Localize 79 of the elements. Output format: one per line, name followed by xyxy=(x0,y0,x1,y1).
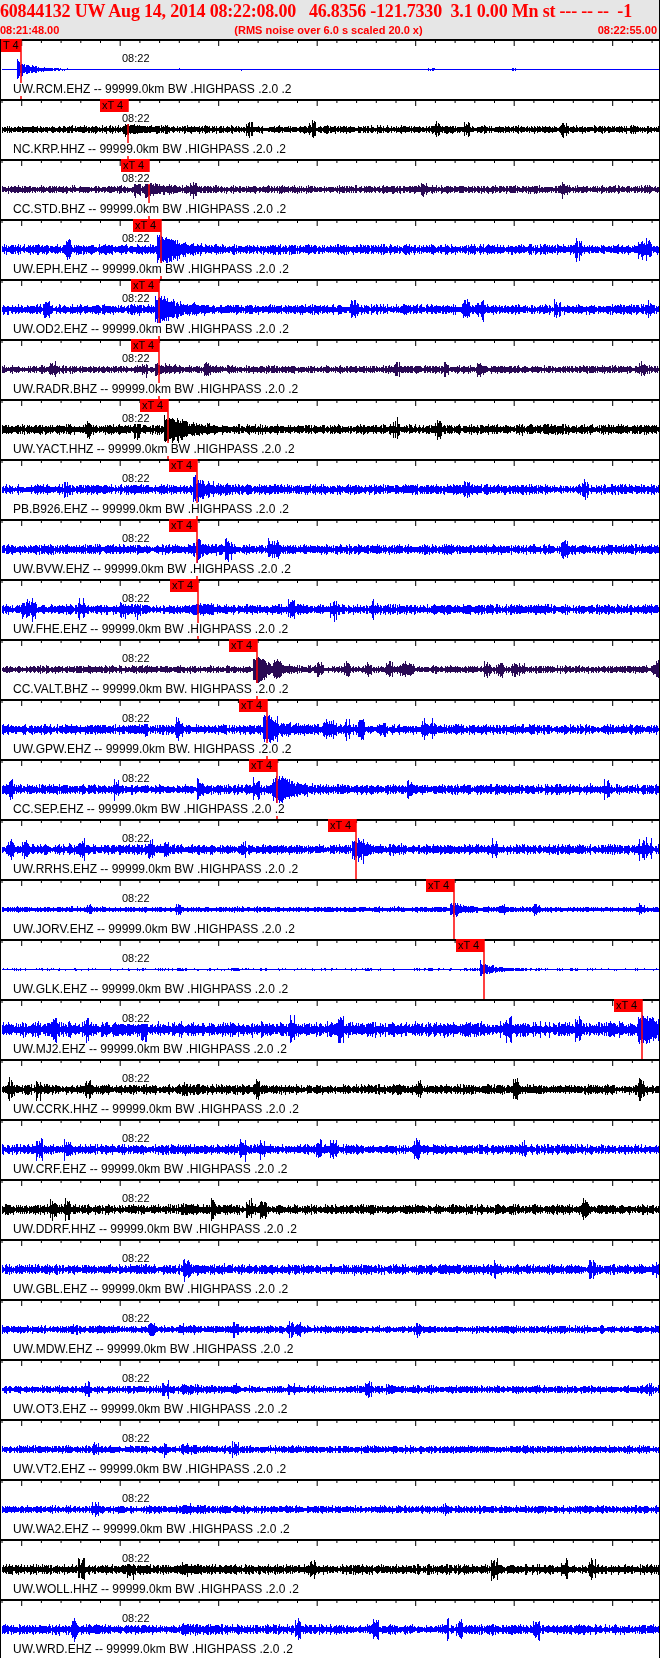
time-label: 08:22 xyxy=(122,772,150,784)
pick-marker: xT 4 xyxy=(140,399,168,412)
station-label: UW.WOLL.HHZ -- 99999.0km BW .HIGHPASS .2.0 .2 xyxy=(13,1583,299,1596)
time-label: 08:22 xyxy=(122,652,150,664)
time-label: 08:22 xyxy=(122,1552,150,1564)
station-label: UW.JORV.EHZ -- 99999.0km BW .HIGHPASS .2.0 .2 xyxy=(13,923,295,936)
station-label: UW.MJ2.EHZ -- 99999.0km BW .HIGHPASS .2.0 .2 xyxy=(13,1043,287,1056)
time-label: 08:22 xyxy=(122,472,150,484)
station-label: CC.SEP.EHZ -- 99999.0km BW .HIGHPASS .2.0 .2 xyxy=(13,803,285,816)
pick-marker: xT 4 xyxy=(121,159,149,172)
time-label: 08:22 xyxy=(122,1012,150,1024)
time-label: 08:22 xyxy=(122,52,150,64)
time-label: 08:22 xyxy=(122,292,150,304)
time-label: 08:22 xyxy=(122,952,150,964)
station-label: UW.YACT.HHZ -- 99999.0km BW .HIGHPASS .2.0 .2 xyxy=(13,443,295,456)
time-label: 08:22 xyxy=(122,592,150,604)
pick-marker: xT 4 xyxy=(456,939,484,952)
time-label: 08:22 xyxy=(122,1372,150,1384)
pick-marker: T 4 xyxy=(1,39,21,52)
station-label: UW.WA2.EHZ -- 99999.0km BW .HIGHPASS .2.0 .2 xyxy=(13,1523,290,1536)
time-label: 08:22 xyxy=(122,712,150,724)
station-label: UW.GPW.EHZ -- 99999.0km BW. HIGHPASS .2.0 .2 xyxy=(13,743,292,756)
station-label: UW.OD2.EHZ -- 99999.0km BW .HIGHPASS .2.0 .2 xyxy=(13,323,289,336)
station-label: UW.OT3.EHZ -- 99999.0km BW .HIGHPASS .2.0 .2 xyxy=(13,1403,288,1416)
station-label: UW.GBL.EHZ -- 99999.0km BW .HIGHPASS .2.0 .2 xyxy=(13,1283,289,1296)
station-label: UW.VT2.EHZ -- 99999.0km BW .HIGHPASS .2.0 .2 xyxy=(13,1463,287,1476)
station-label: NC.KRP.HHZ -- 99999.0km BW .HIGHPASS .2.0 .2 xyxy=(13,143,286,156)
pick-marker: xT 4 xyxy=(249,759,277,772)
time-label: 08:22 xyxy=(122,1492,150,1504)
station-label: CC.STD.BHZ -- 99999.0km BW .HIGHPASS .2.0 .2 xyxy=(13,203,287,216)
pick-marker: xT 4 xyxy=(614,999,642,1012)
pick-line xyxy=(641,999,643,1059)
pick-marker: xT 4 xyxy=(131,339,159,352)
time-label: 08:22 xyxy=(122,412,150,424)
pick-marker: xT 4 xyxy=(239,699,267,712)
time-label: 08:22 xyxy=(122,892,150,904)
event-title: 60844132 UW Aug 14, 2014 08:22:08.00 46.8356 -121.7330 3.1 0.00 Mn st --- -- -- -1 xyxy=(0,0,633,23)
station-label: UW.BVW.EHZ -- 99999.0km BW .HIGHPASS .2.0 .2 xyxy=(13,563,291,576)
station-label: UW.RADR.BHZ -- 99999.0km BW .HIGHPASS .2.0 .2 xyxy=(13,383,299,396)
time-label: 08:22 xyxy=(122,1072,150,1084)
time-label: 08:22 xyxy=(122,1252,150,1264)
end-time: 08:22:55.00 xyxy=(597,23,657,38)
time-label: 08:22 xyxy=(122,832,150,844)
pick-line xyxy=(483,939,485,999)
time-label: 08:22 xyxy=(122,352,150,364)
time-label: 08:22 xyxy=(122,1612,150,1624)
time-label: 08:22 xyxy=(122,1432,150,1444)
station-label: UW.DDRF.HHZ -- 99999.0km BW .HIGHPASS .2.0 .2 xyxy=(13,1223,297,1236)
station-label: UW.GLK.EHZ -- 99999.0km BW .HIGHPASS .2.0 .2 xyxy=(13,983,289,996)
pick-marker: xT 4 xyxy=(170,579,198,592)
station-label: UW.WRD.EHZ -- 99999.0km BW .HIGHPASS .2.0 .2 xyxy=(13,1643,293,1656)
time-label: 08:22 xyxy=(122,232,150,244)
station-label: PB.B926.EHZ -- 99999.0km BW .HIGHPASS .2.0 .2 xyxy=(13,503,289,516)
pick-marker: xT 4 xyxy=(131,279,159,292)
pick-marker: xT 4 xyxy=(169,459,197,472)
time-label: 08:22 xyxy=(122,532,150,544)
scale-note: (RMS noise over 6.0 s scaled 20.0 x) xyxy=(234,23,423,38)
start-time: 08:21:48.00 xyxy=(0,23,60,38)
time-label: 08:22 xyxy=(122,1312,150,1324)
time-label: 08:22 xyxy=(122,1132,150,1144)
pick-marker: xT 4 xyxy=(328,819,356,832)
pick-marker: xT 4 xyxy=(426,879,454,892)
station-label: UW.CRF.EHZ -- 99999.0km BW .HIGHPASS .2.0 .2 xyxy=(13,1163,288,1176)
pick-line xyxy=(355,819,357,879)
pick-line xyxy=(453,879,455,939)
station-label: UW.MDW.EHZ -- 99999.0km BW .HIGHPASS .2.0 .2 xyxy=(13,1343,294,1356)
station-label: UW.RRHS.EHZ -- 99999.0km BW .HIGHPASS .2.0 .2 xyxy=(13,863,299,876)
pick-marker: xT 4 xyxy=(229,639,257,652)
station-label: CC.VALT.BHZ -- 99999.0km BW. HIGHPASS .2.0 .2 xyxy=(13,683,289,696)
pick-marker: xT 4 xyxy=(100,99,128,112)
station-label: UW.CCRK.HHZ -- 99999.0km BW .HIGHPASS .2.0 .2 xyxy=(13,1103,299,1116)
station-label: UW.FHE.EHZ -- 99999.0km BW .HIGHPASS .2.0 .2 xyxy=(13,623,289,636)
station-label: UW.RCM.EHZ -- 99999.0km BW .HIGHPASS .2.0 .2 xyxy=(13,83,292,96)
time-label: 08:22 xyxy=(122,112,150,124)
station-label: UW.EPH.EHZ -- 99999.0km BW .HIGHPASS .2.0 .2 xyxy=(13,263,289,276)
time-label: 08:22 xyxy=(122,1192,150,1204)
pick-marker: xT 4 xyxy=(133,219,161,232)
time-label: 08:22 xyxy=(122,172,150,184)
pick-marker: xT 4 xyxy=(169,519,197,532)
